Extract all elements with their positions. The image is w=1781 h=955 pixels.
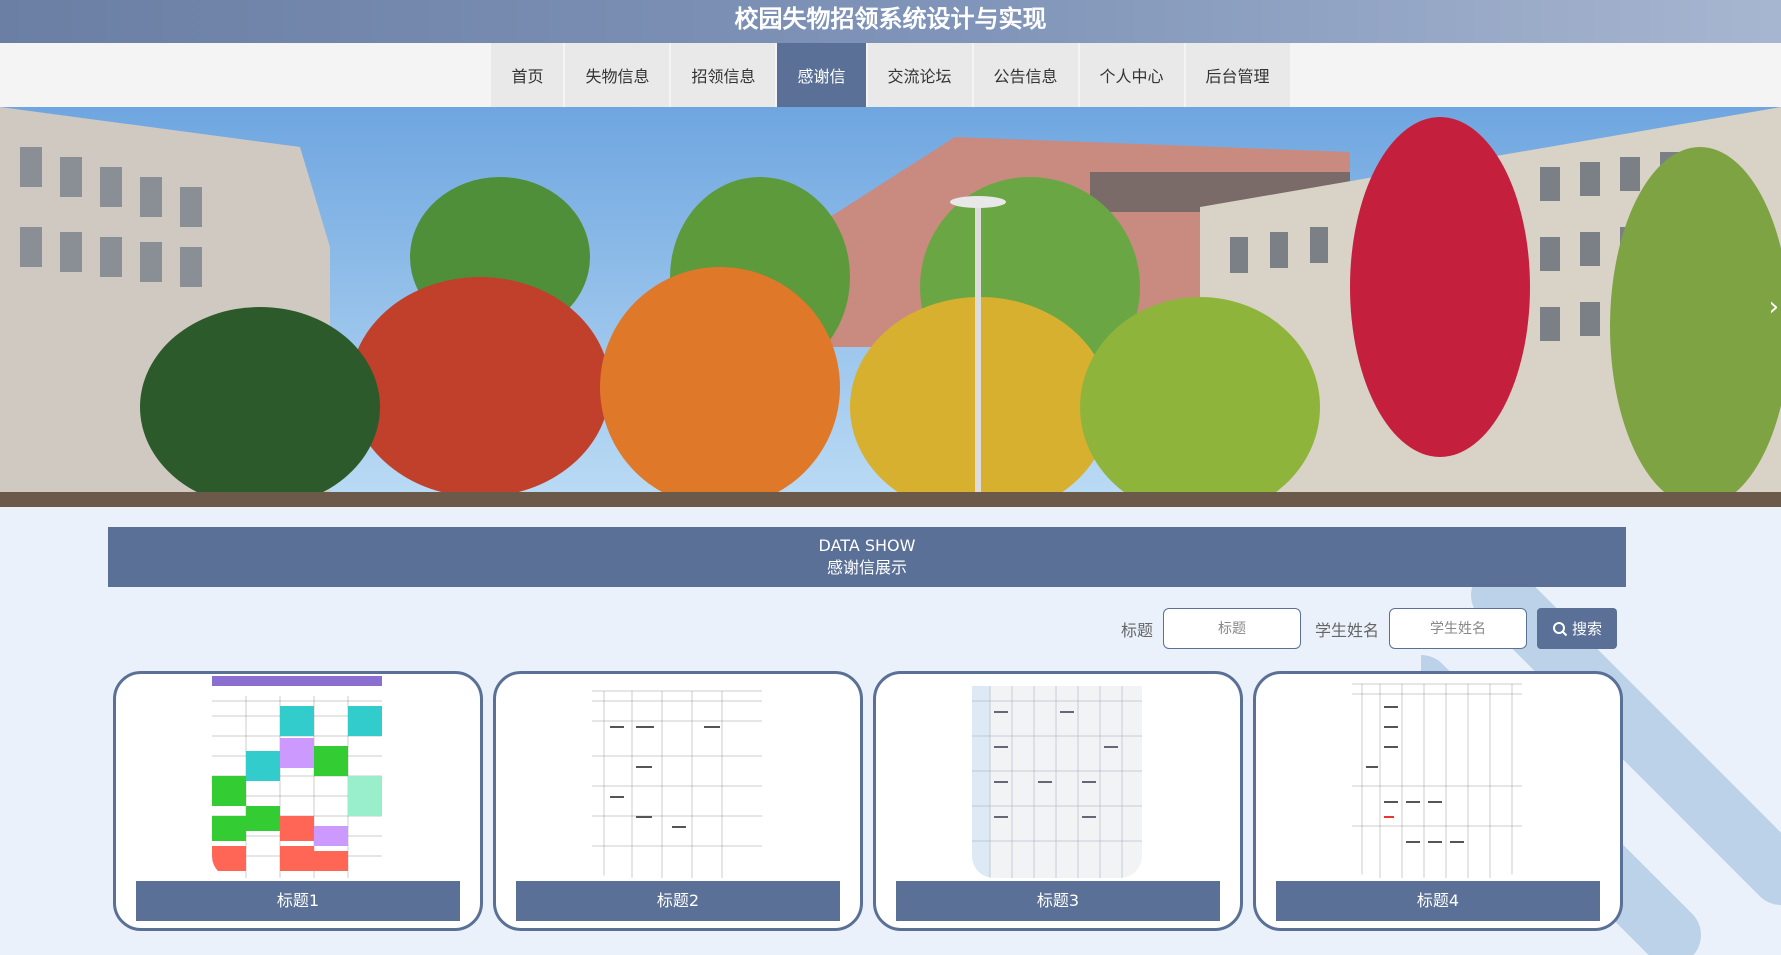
campus-banner-image <box>0 107 1781 507</box>
nav-item-label: 感谢信 <box>797 67 846 86</box>
card-title: 标题1 <box>136 881 460 921</box>
nav-item-home[interactable]: 首页 <box>491 43 564 107</box>
nav-item-label: 首页 <box>511 67 544 86</box>
nav-item-announcements[interactable]: 公告信息 <box>973 43 1078 107</box>
card-thumbnail-image <box>972 676 1142 878</box>
section-header: DATA SHOW 感谢信展示 <box>108 527 1626 587</box>
nav-item-label: 失物信息 <box>585 67 650 86</box>
nav-item-label: 交流论坛 <box>887 67 952 86</box>
student-name-search-label: 学生姓名 <box>1314 620 1379 640</box>
main-nav: 首页 失物信息 招领信息 感谢信 交流论坛 公告信息 个人中心 后台管理 <box>0 43 1781 107</box>
thank-letter-card[interactable]: 标题2 <box>493 671 863 931</box>
card-title: 标题4 <box>1276 881 1600 921</box>
nav-item-label: 公告信息 <box>993 67 1058 86</box>
nav-item-label: 招领信息 <box>691 67 756 86</box>
nav-item-label: 个人中心 <box>1099 67 1164 86</box>
nav-item-admin[interactable]: 后台管理 <box>1185 43 1290 107</box>
nav-item-forum[interactable]: 交流论坛 <box>867 43 972 107</box>
nav-item-found-info[interactable]: 招领信息 <box>671 43 776 107</box>
card-title: 标题3 <box>896 881 1220 921</box>
nav-item-label: 后台管理 <box>1205 67 1270 86</box>
student-name-search-input[interactable] <box>1389 608 1527 649</box>
thank-letter-card[interactable]: 标题3 <box>873 671 1243 931</box>
search-button-label: 搜索 <box>1571 620 1602 638</box>
thank-letter-card[interactable]: 标题4 <box>1253 671 1623 931</box>
nav-item-lost-info[interactable]: 失物信息 <box>565 43 670 107</box>
section-title-en: DATA SHOW <box>818 536 916 555</box>
thank-letter-card[interactable]: 标题1 <box>113 671 483 931</box>
search-button[interactable]: 搜索 <box>1537 608 1617 649</box>
title-search-label: 标题 <box>1120 620 1153 640</box>
banner-carousel[interactable]: › <box>0 107 1781 507</box>
nav-item-personal-center[interactable]: 个人中心 <box>1079 43 1184 107</box>
card-thumbnail-image <box>592 676 762 878</box>
site-title: 校园失物招领系统设计与实现 <box>734 5 1047 33</box>
card-thumbnail-image <box>212 676 382 878</box>
section-title-cn: 感谢信展示 <box>826 558 907 577</box>
search-icon <box>1552 621 1568 636</box>
site-title-bar: 校园失物招领系统设计与实现 <box>0 0 1781 43</box>
card-title: 标题2 <box>516 881 840 921</box>
nav-item-thank-letter[interactable]: 感谢信 <box>777 43 866 107</box>
thank-letter-list: 标题1 标题2 标题3 标题4 <box>113 671 1623 931</box>
card-thumbnail-image <box>1352 676 1522 878</box>
chevron-right-icon[interactable]: › <box>1769 292 1779 322</box>
search-bar: 标题 学生姓名 搜索 <box>1111 606 1617 651</box>
title-search-input[interactable] <box>1162 608 1301 649</box>
